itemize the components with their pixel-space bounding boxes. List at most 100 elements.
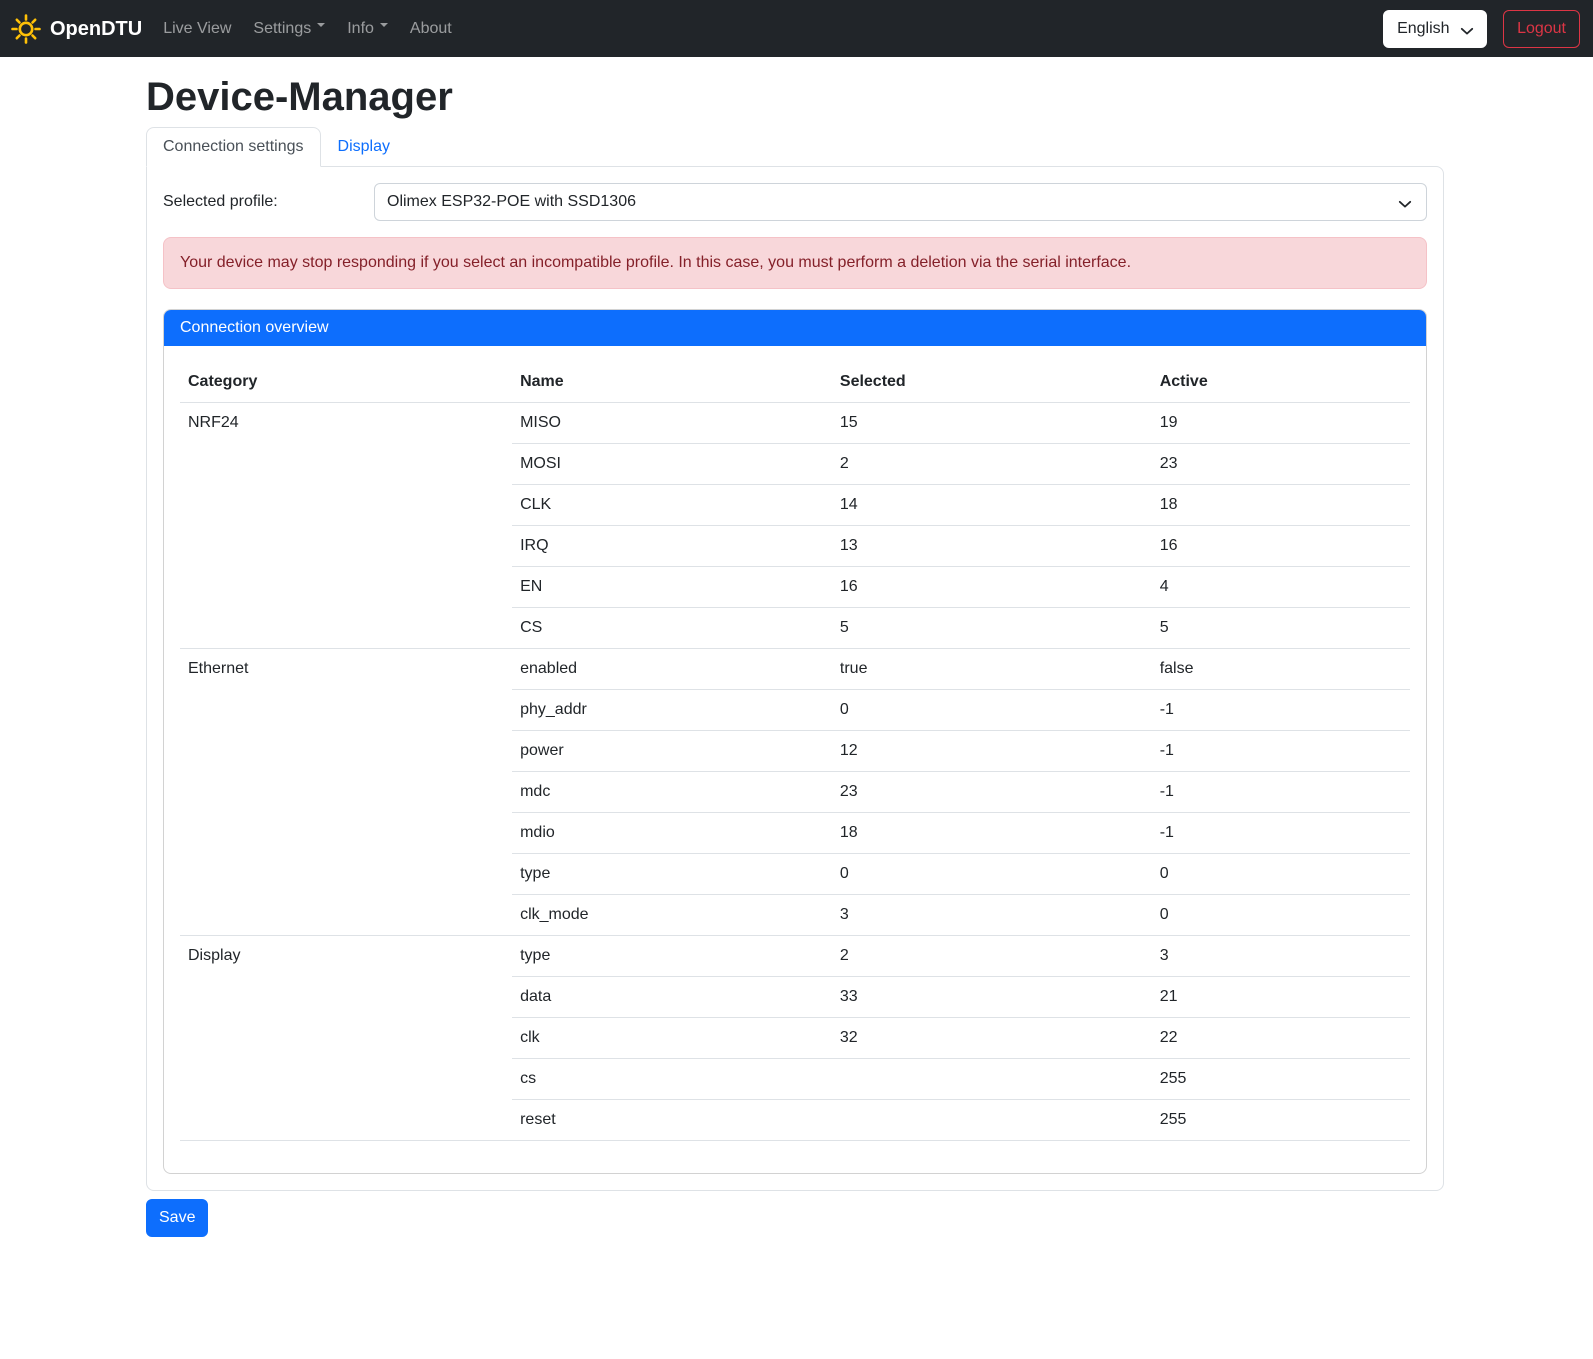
name-cell: enabled	[512, 649, 832, 690]
name-cell: CLK	[512, 485, 832, 526]
selected-cell: 13	[832, 526, 1152, 567]
profile-label: Selected profile:	[163, 190, 374, 214]
selected-cell: 3	[832, 895, 1152, 936]
connection-overview-table: CategoryNameSelectedActive NRF24MISO1519…	[180, 362, 1410, 1141]
profile-form-row: Selected profile: Olimex ESP32-POE with …	[163, 183, 1427, 221]
caret-down-icon	[317, 23, 325, 31]
column-header: Active	[1152, 362, 1410, 403]
language-select[interactable]: English	[1383, 10, 1487, 48]
card-header: Connection overview	[164, 310, 1426, 346]
selected-cell: 5	[832, 608, 1152, 649]
selected-cell	[832, 1100, 1152, 1141]
nav-item-label: Settings	[253, 20, 311, 37]
name-cell: type	[512, 936, 832, 977]
active-cell: -1	[1152, 813, 1410, 854]
page-title: Device-Manager	[146, 73, 1444, 121]
active-cell: 21	[1152, 977, 1410, 1018]
name-cell: mdio	[512, 813, 832, 854]
profile-select[interactable]: Olimex ESP32-POE with SSD1306	[374, 183, 1427, 221]
active-cell: 23	[1152, 444, 1410, 485]
active-cell: 5	[1152, 608, 1410, 649]
selected-cell: 15	[832, 403, 1152, 444]
name-cell: EN	[512, 567, 832, 608]
name-cell: data	[512, 977, 832, 1018]
active-cell: 255	[1152, 1059, 1410, 1100]
top-navbar: OpenDTU Live View Settings Info About En…	[0, 0, 1593, 57]
nav-item-live-view[interactable]: Live View	[152, 9, 242, 49]
language-selected-value: English	[1397, 20, 1449, 37]
selected-cell: 2	[832, 936, 1152, 977]
incompatible-profile-warning: Your device may stop responding if you s…	[163, 237, 1427, 289]
active-cell: 3	[1152, 936, 1410, 977]
category-cell: Display	[180, 936, 512, 1141]
selected-cell: 18	[832, 813, 1152, 854]
caret-down-icon	[380, 23, 388, 31]
nav-item-settings[interactable]: Settings	[242, 9, 336, 49]
name-cell: clk	[512, 1018, 832, 1059]
nav-links: Live View Settings Info About	[152, 9, 463, 49]
brand-label: OpenDTU	[50, 17, 142, 41]
chevron-down-icon	[1398, 195, 1412, 219]
category-cell: NRF24	[180, 403, 512, 649]
name-cell: reset	[512, 1100, 832, 1141]
name-cell: IRQ	[512, 526, 832, 567]
tab-display[interactable]: Display	[321, 127, 407, 167]
active-cell: 0	[1152, 854, 1410, 895]
name-cell: mdc	[512, 772, 832, 813]
active-cell: 22	[1152, 1018, 1410, 1059]
nav-item-label: Live View	[163, 20, 231, 37]
active-cell: -1	[1152, 772, 1410, 813]
table-row: Displaytype23	[180, 936, 1410, 977]
active-cell: -1	[1152, 690, 1410, 731]
active-cell: 4	[1152, 567, 1410, 608]
active-cell: 0	[1152, 895, 1410, 936]
selected-cell: 16	[832, 567, 1152, 608]
selected-cell: true	[832, 649, 1152, 690]
name-cell: type	[512, 854, 832, 895]
selected-cell: 2	[832, 444, 1152, 485]
chevron-down-icon	[1460, 22, 1474, 46]
logout-button[interactable]: Logout	[1503, 10, 1580, 48]
active-cell: 18	[1152, 485, 1410, 526]
active-cell: 255	[1152, 1100, 1410, 1141]
tab-connection-settings[interactable]: Connection settings	[146, 127, 321, 167]
selected-cell	[832, 1059, 1152, 1100]
card-body: CategoryNameSelectedActive NRF24MISO1519…	[164, 346, 1426, 1173]
nav-item-label: Info	[347, 20, 374, 37]
name-cell: power	[512, 731, 832, 772]
sun-icon	[10, 13, 42, 45]
save-button[interactable]: Save	[146, 1199, 208, 1237]
category-cell: Ethernet	[180, 649, 512, 936]
table-row: NRF24MISO1519	[180, 403, 1410, 444]
nav-item-label: About	[410, 20, 452, 37]
nav-item-about[interactable]: About	[399, 9, 463, 49]
table-row: Ethernetenabledtruefalse	[180, 649, 1410, 690]
name-cell: CS	[512, 608, 832, 649]
selected-cell: 14	[832, 485, 1152, 526]
column-header: Name	[512, 362, 832, 403]
selected-cell: 32	[832, 1018, 1152, 1059]
tab-content-panel: Selected profile: Olimex ESP32-POE with …	[146, 166, 1444, 1191]
name-cell: MOSI	[512, 444, 832, 485]
nav-item-info[interactable]: Info	[336, 9, 399, 49]
table-header-row: CategoryNameSelectedActive	[180, 362, 1410, 403]
active-cell: 19	[1152, 403, 1410, 444]
column-header: Selected	[832, 362, 1152, 403]
selected-cell: 0	[832, 690, 1152, 731]
column-header: Category	[180, 362, 512, 403]
name-cell: clk_mode	[512, 895, 832, 936]
selected-cell: 12	[832, 731, 1152, 772]
active-cell: false	[1152, 649, 1410, 690]
name-cell: cs	[512, 1059, 832, 1100]
selected-cell: 23	[832, 772, 1152, 813]
brand-link[interactable]: OpenDTU	[10, 13, 142, 45]
active-cell: -1	[1152, 731, 1410, 772]
selected-cell: 33	[832, 977, 1152, 1018]
name-cell: phy_addr	[512, 690, 832, 731]
connection-overview-card: Connection overview CategoryNameSelected…	[163, 309, 1427, 1174]
active-cell: 16	[1152, 526, 1410, 567]
page-container: Device-Manager Connection settings Displ…	[146, 73, 1444, 1237]
name-cell: MISO	[512, 403, 832, 444]
profile-selected-value: Olimex ESP32-POE with SSD1306	[387, 193, 636, 210]
tab-bar: Connection settings Display	[146, 127, 1444, 166]
